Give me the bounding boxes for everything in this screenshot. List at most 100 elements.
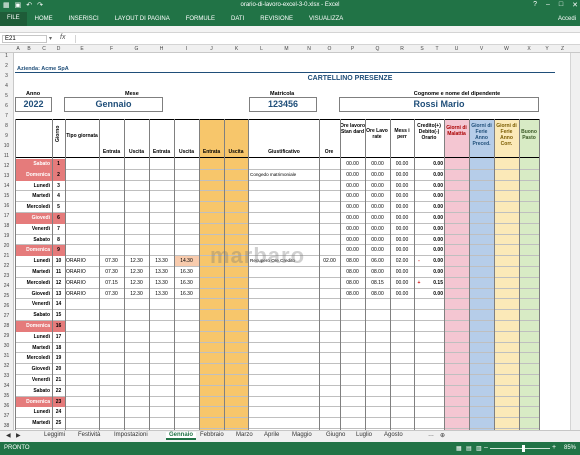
row-header-33[interactable]: 33 [0, 373, 13, 379]
tab-inserisci[interactable]: INSERISCI [61, 16, 107, 22]
tipo-cell[interactable]: ORARIO [66, 258, 98, 264]
entrata2-cell[interactable]: 13.30 [150, 258, 173, 264]
uscita1-cell[interactable]: 12.30 [125, 291, 148, 297]
row-header-5[interactable]: 5 [0, 93, 13, 99]
anno-value[interactable]: 2022 [15, 97, 52, 112]
maximize-icon[interactable]: □ [559, 1, 563, 9]
sheet-tab-gennaio[interactable]: Gennaio [166, 432, 197, 440]
entrata2-cell[interactable]: 13.30 [150, 291, 173, 297]
row-header-24[interactable]: 24 [0, 283, 13, 289]
day-number-cell[interactable]: 4 [53, 193, 64, 199]
tab-dati[interactable]: DATI [223, 16, 252, 22]
zoom-level[interactable]: 85% [564, 445, 576, 451]
row-header-2[interactable]: 2 [0, 63, 13, 69]
row-header-28[interactable]: 28 [0, 323, 13, 329]
uscita1-cell[interactable]: 12.30 [125, 269, 148, 275]
tab-scroll-left-icon[interactable]: ◀ [6, 432, 11, 439]
tab-home[interactable]: HOME [27, 16, 61, 22]
day-number-cell[interactable]: 3 [53, 183, 64, 189]
column-header-x[interactable]: X [519, 46, 539, 52]
row-header-32[interactable]: 32 [0, 363, 13, 369]
row-header-13[interactable]: 13 [0, 173, 13, 179]
entrata2-cell[interactable]: 13.30 [150, 280, 173, 286]
row-header-23[interactable]: 23 [0, 273, 13, 279]
uscita2-cell[interactable]: 16.30 [175, 269, 198, 275]
matricola-value[interactable]: 123456 [249, 97, 317, 112]
entrata1-cell[interactable]: 07.30 [100, 291, 123, 297]
entrata1-cell[interactable]: 07.30 [100, 258, 123, 264]
row-header-4[interactable]: 4 [0, 83, 13, 89]
weekday-cell[interactable]: Mercoledì [15, 280, 50, 286]
row-header-18[interactable]: 18 [0, 223, 13, 229]
column-header-j[interactable]: J [199, 46, 224, 52]
column-header-d[interactable]: D [52, 46, 65, 52]
sheet-tab-marzo[interactable]: Marzo [236, 432, 253, 438]
sheet-tab-luglio[interactable]: Luglio [356, 432, 372, 438]
weekday-cell[interactable]: Giovedì [15, 291, 50, 297]
sheet-tab-leggimi[interactable]: Leggimi [44, 432, 65, 438]
column-header-a[interactable]: A [14, 46, 22, 52]
day-number-cell[interactable]: 13 [53, 291, 64, 297]
normal-view-icon[interactable]: ▦ [456, 445, 462, 452]
row-header-37[interactable]: 37 [0, 413, 13, 419]
column-header-o[interactable]: O [319, 46, 340, 52]
day-number-cell[interactable]: 14 [53, 301, 64, 307]
row-header-1[interactable]: 1 [0, 53, 13, 59]
weekday-cell[interactable]: Domenica [15, 399, 50, 405]
ore-cell[interactable]: 02.00 [320, 258, 339, 264]
column-header-p[interactable]: P [340, 46, 365, 52]
day-number-cell[interactable]: 10 [53, 258, 64, 264]
weekday-cell[interactable]: Martedì [15, 193, 50, 199]
day-number-cell[interactable]: 1 [53, 161, 64, 167]
column-header-m[interactable]: M [274, 46, 299, 52]
weekday-cell[interactable]: Domenica [15, 323, 50, 329]
row-header-26[interactable]: 26 [0, 303, 13, 309]
day-number-cell[interactable]: 8 [53, 237, 64, 243]
sheet-tab-giugno[interactable]: Giugno [326, 432, 345, 438]
uscita1-cell[interactable]: 12.30 [125, 280, 148, 286]
column-header-l[interactable]: L [249, 46, 274, 52]
weekday-cell[interactable]: Giovedì [15, 215, 50, 221]
zoom-slider[interactable] [490, 448, 550, 449]
row-header-10[interactable]: 10 [0, 143, 13, 149]
worksheet-grid[interactable]: ABCDEFGHIJKLMNOPQRSTUVWXYZ 1 2 3 4 5 6 7 8 9 10 11… [0, 45, 580, 430]
weekday-cell[interactable]: Lunedì [15, 334, 50, 340]
name-box[interactable]: E21 [2, 35, 47, 43]
day-number-cell[interactable]: 17 [53, 334, 64, 340]
column-header-n[interactable]: N [299, 46, 319, 52]
tipo-cell[interactable]: ORARIO [66, 291, 98, 297]
weekday-cell[interactable]: Venerdì [15, 226, 50, 232]
day-number-cell[interactable]: 24 [53, 409, 64, 415]
day-number-cell[interactable]: 21 [53, 377, 64, 383]
row-header-27[interactable]: 27 [0, 313, 13, 319]
dipendente-value[interactable]: Rossi Mario [339, 97, 539, 112]
weekday-cell[interactable]: Lunedì [15, 258, 50, 264]
day-number-cell[interactable]: 16 [53, 323, 64, 329]
entrata2-cell[interactable]: 13.30 [150, 269, 173, 275]
weekday-cell[interactable]: Sabato [15, 237, 50, 243]
weekday-cell[interactable]: Martedì [15, 269, 50, 275]
sheet-tab-aprile[interactable]: Aprile [264, 432, 279, 438]
tab-layout[interactable]: LAYOUT DI PAGINA [107, 16, 178, 22]
weekday-cell[interactable]: Sabato [15, 388, 50, 394]
sheet-tab-festività[interactable]: Festività [78, 432, 100, 438]
column-header-e[interactable]: E [65, 46, 99, 52]
row-header-30[interactable]: 30 [0, 343, 13, 349]
row-header-16[interactable]: 16 [0, 203, 13, 209]
column-header-r[interactable]: R [390, 46, 414, 52]
row-header-8[interactable]: 8 [0, 123, 13, 129]
day-number-cell[interactable]: 12 [53, 280, 64, 286]
weekday-cell[interactable]: Lunedì [15, 183, 50, 189]
zoom-slider-knob[interactable] [522, 445, 525, 452]
row-header-17[interactable]: 17 [0, 213, 13, 219]
column-header-s[interactable]: S [414, 46, 430, 52]
sheet-tab-impostazioni[interactable]: Impostazioni [114, 432, 148, 438]
add-sheet-icon[interactable]: ⊕ [440, 432, 445, 439]
row-header-7[interactable]: 7 [0, 113, 13, 119]
day-number-cell[interactable]: 5 [53, 204, 64, 210]
weekday-cell[interactable]: Martedì [15, 345, 50, 351]
day-number-cell[interactable]: 23 [53, 399, 64, 405]
row-header-34[interactable]: 34 [0, 383, 13, 389]
day-number-cell[interactable]: 11 [53, 269, 64, 275]
sheet-tab-maggio[interactable]: Maggio [292, 432, 312, 438]
